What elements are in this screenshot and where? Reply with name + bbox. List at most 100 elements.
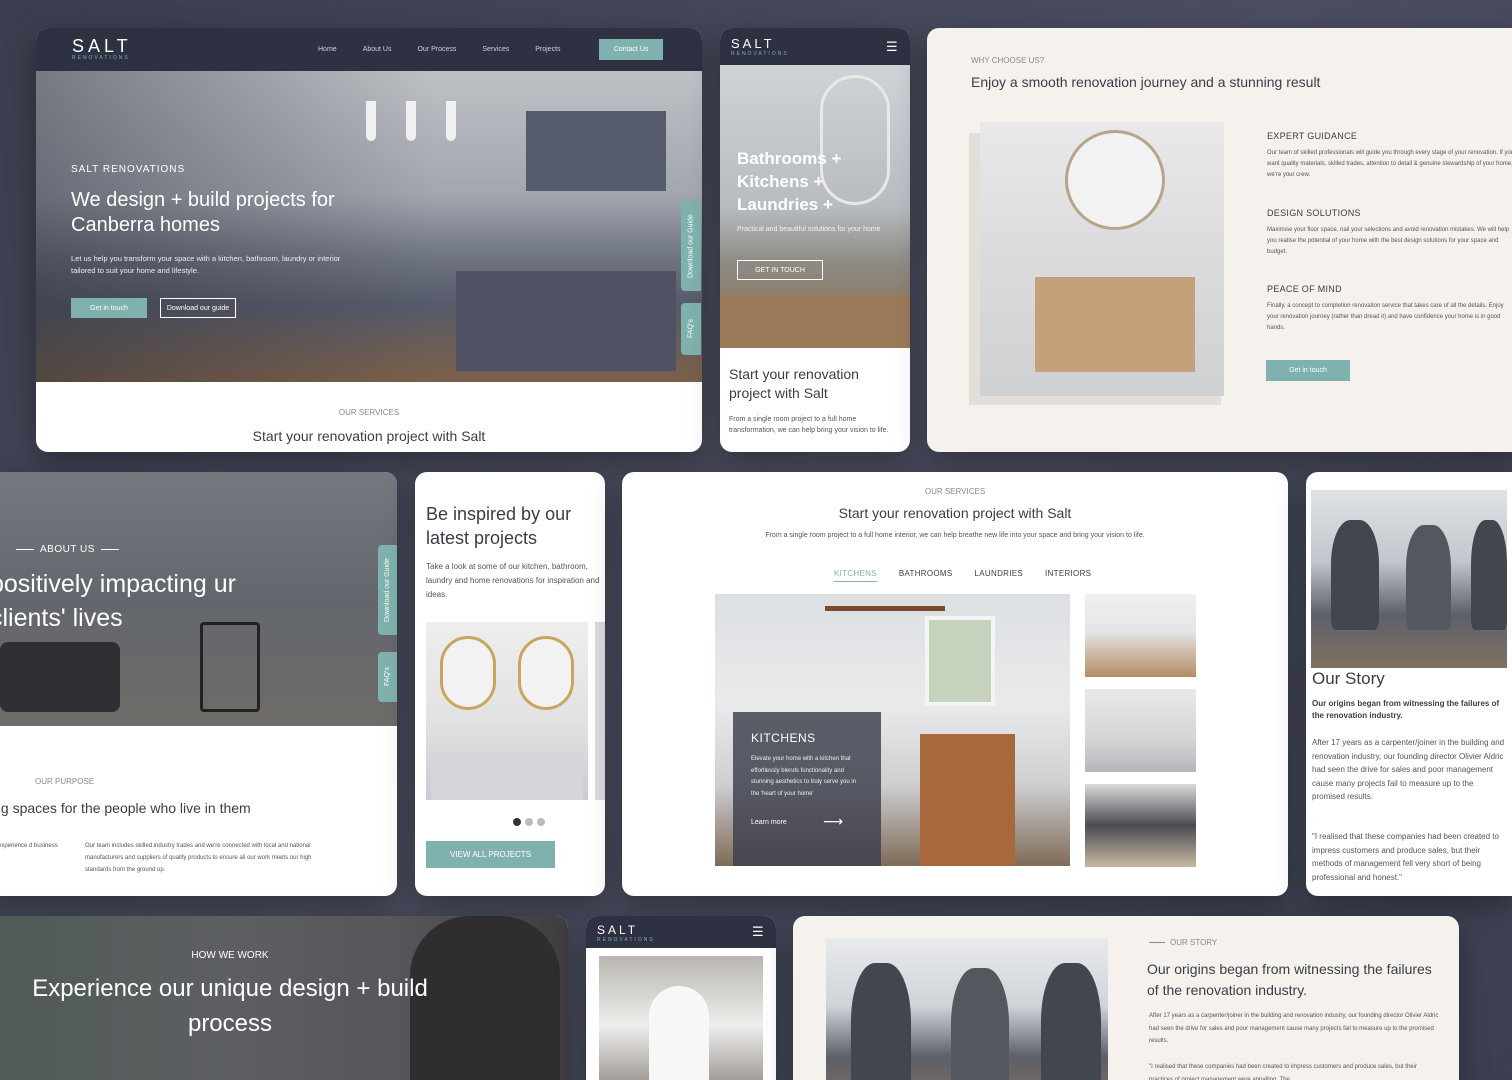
thumbnail-laundry[interactable] bbox=[1085, 689, 1196, 772]
tab-laundries[interactable]: LAUNDRIES bbox=[975, 569, 1024, 582]
download-guide-tab[interactable]: Download our Guide bbox=[378, 545, 397, 635]
top-nav: SALT RENOVATIONS Home About Us Our Proce… bbox=[36, 28, 702, 71]
learn-more-link[interactable]: Learn more bbox=[751, 819, 787, 826]
timber-vanity bbox=[1035, 277, 1195, 372]
nav-home[interactable]: Home bbox=[318, 46, 337, 53]
thumbnail-bathroom[interactable] bbox=[1085, 594, 1196, 677]
feature-peace-of-mind: PEACE OF MIND Finally, a concept to comp… bbox=[1267, 284, 1504, 331]
tab-kitchens[interactable]: KITCHENS bbox=[834, 569, 877, 582]
carousel-dot[interactable] bbox=[525, 818, 533, 826]
mobile-nav: SALT RENOVATIONS ☰ bbox=[586, 916, 776, 948]
about-label: ABOUT US bbox=[10, 544, 125, 555]
service-tabs: KITCHENS BATHROOMS LAUNDRIES INTERIORS bbox=[834, 569, 1091, 582]
person bbox=[649, 986, 709, 1080]
lower-cabinets bbox=[456, 271, 676, 371]
living-room-image: ABOUT US positively impacting ur clients… bbox=[0, 472, 397, 726]
faq-tab[interactable]: FAQ's bbox=[681, 303, 701, 355]
nav-process[interactable]: Our Process bbox=[417, 46, 456, 53]
contact-button[interactable]: Contact Us bbox=[599, 39, 663, 60]
project-image-bathroom[interactable] bbox=[426, 622, 588, 800]
tab-bathrooms[interactable]: BATHROOMS bbox=[899, 569, 953, 582]
section-title: Start your renovation project with Salt bbox=[729, 366, 859, 401]
arrow-right-icon[interactable]: ⟶ bbox=[823, 813, 843, 830]
bathroom-vanity-image bbox=[980, 122, 1224, 396]
get-in-touch-button[interactable]: Get in touch bbox=[71, 298, 147, 318]
mobile-hero-screen: SALT RENOVATIONS ☰ Bathrooms + Kitchens … bbox=[720, 28, 910, 452]
services-subtitle: From a single room project to a full hom… bbox=[765, 532, 1145, 539]
round-mirror bbox=[1065, 130, 1165, 230]
double-vanity bbox=[431, 752, 583, 800]
carousel-dot[interactable] bbox=[537, 818, 545, 826]
services-title: Start your renovation project with Salt bbox=[252, 428, 486, 444]
about-us-screen: ABOUT US positively impacting ur clients… bbox=[0, 472, 397, 896]
why-title: Enjoy a smooth renovation journey and a … bbox=[971, 74, 1321, 90]
hamburger-menu-icon[interactable]: ☰ bbox=[752, 924, 764, 940]
team-photo bbox=[1311, 490, 1507, 668]
project-image-next[interactable] bbox=[595, 622, 605, 800]
design-process-image: HOW WE WORK Experience our unique design… bbox=[0, 916, 568, 1080]
logo[interactable]: SALT RENOVATIONS bbox=[72, 36, 132, 61]
services-label: OUR SERVICES bbox=[338, 408, 400, 417]
person bbox=[951, 968, 1009, 1080]
hamburger-menu-icon[interactable]: ☰ bbox=[886, 39, 898, 55]
purpose-title: ing spaces for the people who live in th… bbox=[0, 800, 251, 816]
projects-mobile-screen: Be inspired by our latest projects Take … bbox=[415, 472, 605, 896]
purpose-text-right: Our team includes skilled industry trade… bbox=[85, 843, 312, 873]
why-choose-us-screen: WHY CHOOSE US? Enjoy a smooth renovation… bbox=[927, 28, 1512, 452]
pendant-light bbox=[406, 101, 416, 141]
team-photo bbox=[826, 938, 1108, 1080]
pendant-light bbox=[446, 101, 456, 141]
mobile-hero-text: Practical and beautiful solutions for yo… bbox=[737, 226, 881, 233]
pendant-light bbox=[366, 101, 376, 141]
story-paragraph: After 17 years as a carpenter/joiner in … bbox=[1312, 738, 1505, 801]
team-meeting-photo bbox=[599, 956, 763, 1080]
chair bbox=[200, 622, 260, 712]
mobile-hero-title: Bathrooms + Kitchens + Laundries + bbox=[737, 149, 842, 214]
person bbox=[1331, 520, 1379, 630]
faq-tab[interactable]: FAQ's bbox=[378, 652, 397, 702]
nav-about[interactable]: About Us bbox=[363, 46, 392, 53]
person bbox=[851, 963, 911, 1080]
story-lead: Our origins began from witnessing the fa… bbox=[1312, 699, 1500, 720]
person bbox=[1471, 520, 1507, 630]
about-title: positively impacting ur clients' lives bbox=[0, 570, 236, 632]
projects-text: Take a look at some of our kitchen, bath… bbox=[426, 562, 600, 599]
our-story-desktop-screen: OUR STORY Our origins began from witness… bbox=[793, 916, 1459, 1080]
kitchens-card: KITCHENS Elevate your home with a kitche… bbox=[733, 712, 881, 866]
logo[interactable]: SALT RENOVATIONS bbox=[597, 921, 655, 943]
vanity bbox=[720, 295, 910, 348]
person bbox=[1406, 525, 1451, 630]
nav-services[interactable]: Services bbox=[482, 46, 509, 53]
projects-title: Be inspired by our latest projects bbox=[426, 504, 572, 548]
section-text: From a single room project to a full hom… bbox=[729, 416, 889, 434]
logo[interactable]: SALT RENOVATIONS bbox=[731, 35, 789, 57]
timber-island bbox=[920, 734, 1015, 866]
story-paragraph: After 17 years as a carpenter/joiner in … bbox=[1149, 1013, 1439, 1044]
kitchens-card-title: KITCHENS bbox=[751, 731, 816, 745]
services-screen: OUR SERVICES Start your renovation proje… bbox=[622, 472, 1288, 896]
nav-projects[interactable]: Projects bbox=[535, 46, 560, 53]
hero-title: We design + build projects for Canberra … bbox=[71, 189, 335, 236]
services-title: Start your renovation project with Salt bbox=[838, 505, 1072, 521]
get-in-touch-button[interactable]: GET IN TOUCH bbox=[737, 260, 823, 280]
window bbox=[925, 616, 995, 706]
our-story-mobile-screen: Our Story Our origins began from witness… bbox=[1306, 472, 1512, 896]
view-all-projects-button[interactable]: VIEW ALL PROJECTS bbox=[426, 841, 555, 868]
feature-expert-guidance: EXPERT GUIDANCE Our team of skilled prof… bbox=[1267, 131, 1512, 178]
download-guide-tab[interactable]: Download our Guide bbox=[681, 201, 701, 291]
services-label: OUR SERVICES bbox=[924, 487, 986, 496]
hero-text: Let us help you transform your space wit… bbox=[71, 254, 341, 275]
purpose-text-left: se experience d business bbox=[0, 843, 58, 849]
story-title: Our origins began from witnessing the fa… bbox=[1147, 961, 1432, 998]
person bbox=[1041, 963, 1101, 1080]
thumbnail-interior[interactable] bbox=[1085, 784, 1196, 867]
feature-design-solutions: DESIGN SOLUTIONS Maximise your floor spa… bbox=[1267, 208, 1510, 255]
carousel-dot[interactable] bbox=[513, 818, 521, 826]
download-guide-button[interactable]: Download our guide bbox=[160, 298, 236, 318]
hero-kitchen-image: SALT RENOVATIONS We design + build proje… bbox=[36, 71, 702, 382]
story-quote: "I realised that these companies had bee… bbox=[1312, 832, 1499, 882]
get-in-touch-button[interactable]: Get in touch bbox=[1266, 360, 1350, 381]
bathroom-hero-image: Bathrooms + Kitchens + Laundries + Pract… bbox=[720, 65, 910, 377]
desktop-hero-screen: SALT RENOVATIONS Home About Us Our Proce… bbox=[36, 28, 702, 452]
tab-interiors[interactable]: INTERIORS bbox=[1045, 569, 1091, 582]
